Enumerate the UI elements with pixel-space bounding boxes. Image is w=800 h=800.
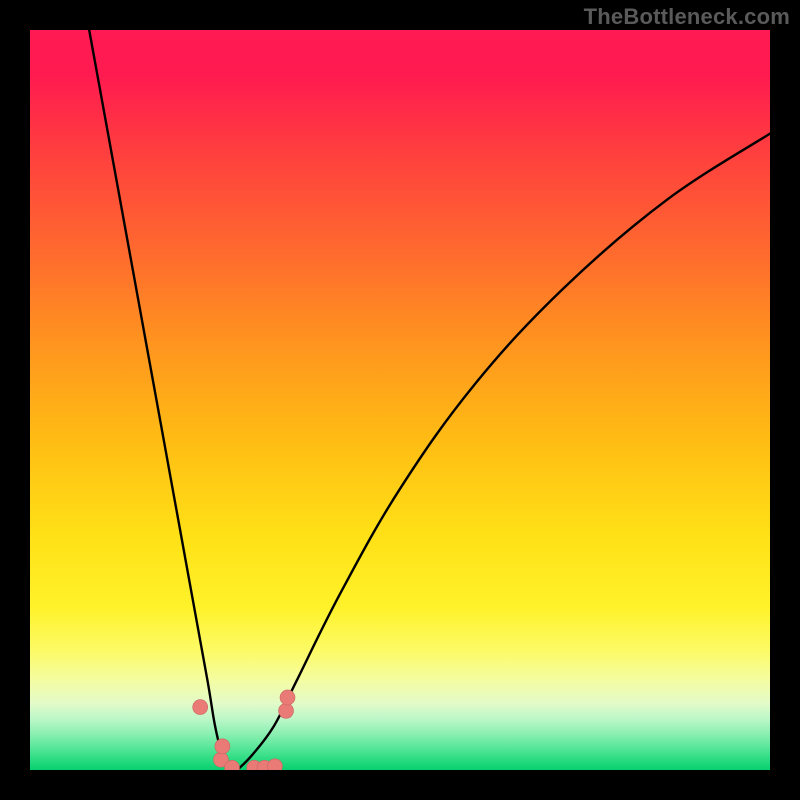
curve-right-branch [237, 134, 770, 770]
data-marker [193, 700, 208, 715]
data-marker [267, 759, 282, 770]
watermark-text: TheBottleneck.com [584, 4, 790, 30]
data-marker [280, 690, 295, 705]
data-marker [279, 703, 294, 718]
curve-layer [30, 30, 770, 770]
chart-frame: TheBottleneck.com [0, 0, 800, 800]
plot-area [30, 30, 770, 770]
data-marker [215, 739, 230, 754]
data-markers [193, 690, 295, 770]
curve-left-branch [89, 30, 237, 770]
